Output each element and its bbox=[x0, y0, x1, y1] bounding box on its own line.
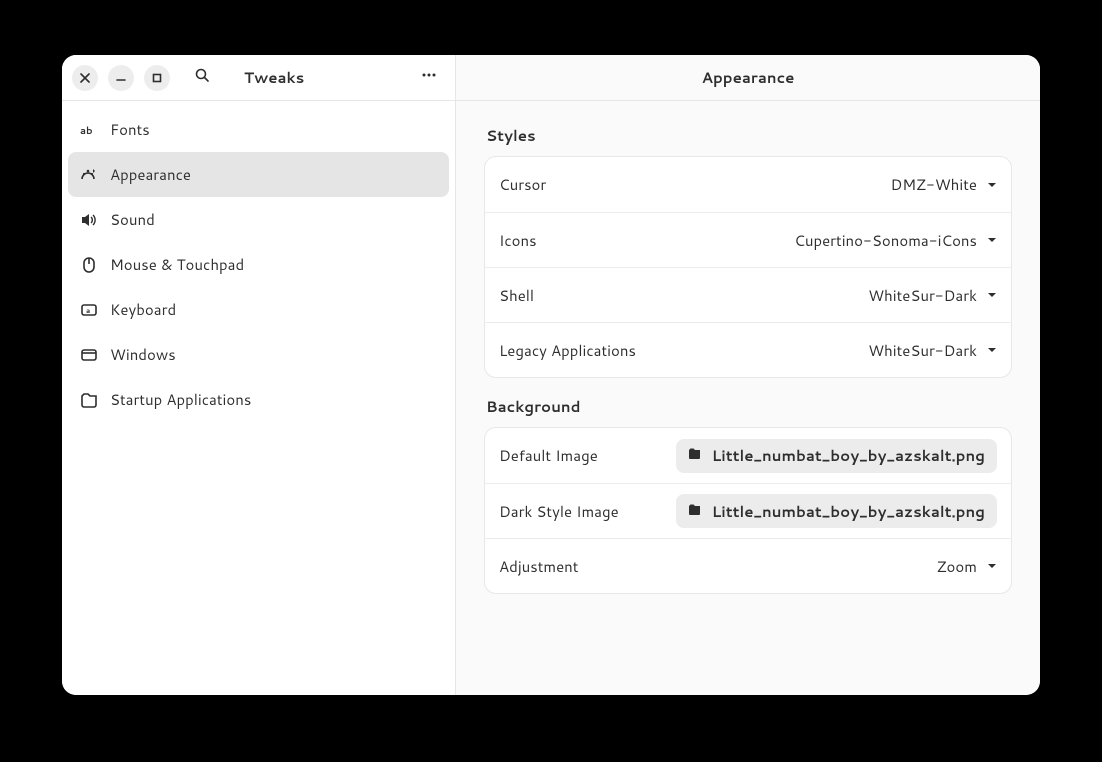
section-title-background: Background bbox=[486, 396, 1010, 417]
icons-combo[interactable]: Cupertino-Sonoma-iCons bbox=[794, 230, 997, 251]
chevron-down-icon bbox=[987, 180, 997, 190]
sidebar-item-fonts[interactable]: ab Fonts bbox=[68, 107, 449, 152]
mouse-icon bbox=[80, 256, 98, 274]
minimize-button[interactable] bbox=[108, 65, 134, 91]
chevron-down-icon bbox=[987, 561, 997, 571]
close-icon bbox=[80, 73, 90, 83]
sidebar-item-startup[interactable]: Startup Applications bbox=[68, 377, 449, 422]
row-label: Default Image bbox=[499, 445, 598, 466]
combo-value: Cupertino-Sonoma-iCons bbox=[794, 230, 977, 251]
file-name: Little_numbat_boy_by_azskalt.png bbox=[712, 445, 985, 466]
section-title-styles: Styles bbox=[486, 125, 1010, 146]
sidebar-item-label: Keyboard bbox=[110, 299, 176, 320]
appearance-icon bbox=[80, 166, 98, 184]
maximize-icon bbox=[152, 73, 162, 83]
combo-value: WhiteSur-Dark bbox=[868, 340, 977, 361]
sidebar-item-label: Mouse & Touchpad bbox=[110, 254, 244, 275]
more-icon bbox=[421, 67, 437, 88]
sidebar-item-keyboard[interactable]: a Keyboard bbox=[68, 287, 449, 332]
chevron-down-icon bbox=[987, 345, 997, 355]
sound-icon bbox=[80, 211, 98, 229]
row-label: Shell bbox=[499, 285, 534, 306]
dark-image-file-button[interactable]: Little_numbat_boy_by_azskalt.png bbox=[676, 494, 997, 528]
row-legacy[interactable]: Legacy Applications WhiteSur-Dark bbox=[485, 322, 1011, 377]
folder-icon bbox=[688, 445, 702, 466]
svg-text:a: a bbox=[86, 306, 90, 316]
app-title: Tweaks bbox=[244, 67, 304, 88]
sidebar-item-label: Sound bbox=[110, 209, 155, 230]
row-label: Icons bbox=[499, 230, 537, 251]
styles-group: Cursor DMZ-White Icons Cupertino-Sonoma-… bbox=[484, 156, 1012, 378]
row-default-image: Default Image Little_numbat_boy_by_azska… bbox=[485, 428, 1011, 483]
row-shell[interactable]: Shell WhiteSur-Dark bbox=[485, 267, 1011, 322]
adjustment-combo[interactable]: Zoom bbox=[937, 556, 997, 577]
row-icons[interactable]: Icons Cupertino-Sonoma-iCons bbox=[485, 212, 1011, 267]
row-adjustment[interactable]: Adjustment Zoom bbox=[485, 538, 1011, 593]
combo-value: DMZ-White bbox=[890, 174, 977, 195]
combo-value: Zoom bbox=[937, 556, 977, 577]
row-label: Adjustment bbox=[499, 556, 578, 577]
combo-value: WhiteSur-Dark bbox=[868, 285, 977, 306]
svg-text:ab: ab bbox=[80, 124, 93, 138]
titlebar-right: Appearance bbox=[456, 55, 1040, 101]
close-button[interactable] bbox=[72, 65, 98, 91]
startup-icon bbox=[80, 391, 98, 409]
content: Styles Cursor DMZ-White Icons Cupertino-… bbox=[456, 101, 1040, 622]
sidebar-item-label: Startup Applications bbox=[110, 389, 251, 410]
right-pane: Appearance Styles Cursor DMZ-White Icons bbox=[456, 55, 1040, 695]
sidebar: ab Fonts Appearance Sound Mous bbox=[62, 101, 455, 428]
legacy-combo[interactable]: WhiteSur-Dark bbox=[868, 340, 997, 361]
row-label: Legacy Applications bbox=[499, 340, 636, 361]
minimize-icon bbox=[116, 73, 126, 83]
page-title: Appearance bbox=[702, 67, 795, 88]
windows-icon bbox=[80, 346, 98, 364]
sidebar-item-label: Windows bbox=[110, 344, 176, 365]
keyboard-icon: a bbox=[80, 301, 98, 319]
app-window: Tweaks ab Fonts Appearance bbox=[62, 55, 1040, 695]
sidebar-item-label: Appearance bbox=[110, 164, 191, 185]
search-icon bbox=[194, 67, 210, 88]
chevron-down-icon bbox=[987, 235, 997, 245]
maximize-button[interactable] bbox=[144, 65, 170, 91]
row-dark-image: Dark Style Image Little_numbat_boy_by_az… bbox=[485, 483, 1011, 538]
shell-combo[interactable]: WhiteSur-Dark bbox=[868, 285, 997, 306]
row-cursor[interactable]: Cursor DMZ-White bbox=[485, 157, 1011, 212]
row-label: Cursor bbox=[499, 174, 546, 195]
cursor-combo[interactable]: DMZ-White bbox=[890, 174, 997, 195]
sidebar-item-appearance[interactable]: Appearance bbox=[68, 152, 449, 197]
fonts-icon: ab bbox=[80, 121, 98, 139]
sidebar-item-windows[interactable]: Windows bbox=[68, 332, 449, 377]
menu-button[interactable] bbox=[413, 62, 445, 94]
row-label: Dark Style Image bbox=[499, 501, 619, 522]
default-image-file-button[interactable]: Little_numbat_boy_by_azskalt.png bbox=[676, 439, 997, 473]
sidebar-item-mouse[interactable]: Mouse & Touchpad bbox=[68, 242, 449, 287]
folder-icon bbox=[688, 501, 702, 522]
left-pane: Tweaks ab Fonts Appearance bbox=[62, 55, 456, 695]
sidebar-item-label: Fonts bbox=[110, 119, 150, 140]
titlebar-left: Tweaks bbox=[62, 55, 455, 101]
file-name: Little_numbat_boy_by_azskalt.png bbox=[712, 501, 985, 522]
search-button[interactable] bbox=[186, 62, 218, 94]
background-group: Default Image Little_numbat_boy_by_azska… bbox=[484, 427, 1012, 594]
chevron-down-icon bbox=[987, 290, 997, 300]
sidebar-item-sound[interactable]: Sound bbox=[68, 197, 449, 242]
